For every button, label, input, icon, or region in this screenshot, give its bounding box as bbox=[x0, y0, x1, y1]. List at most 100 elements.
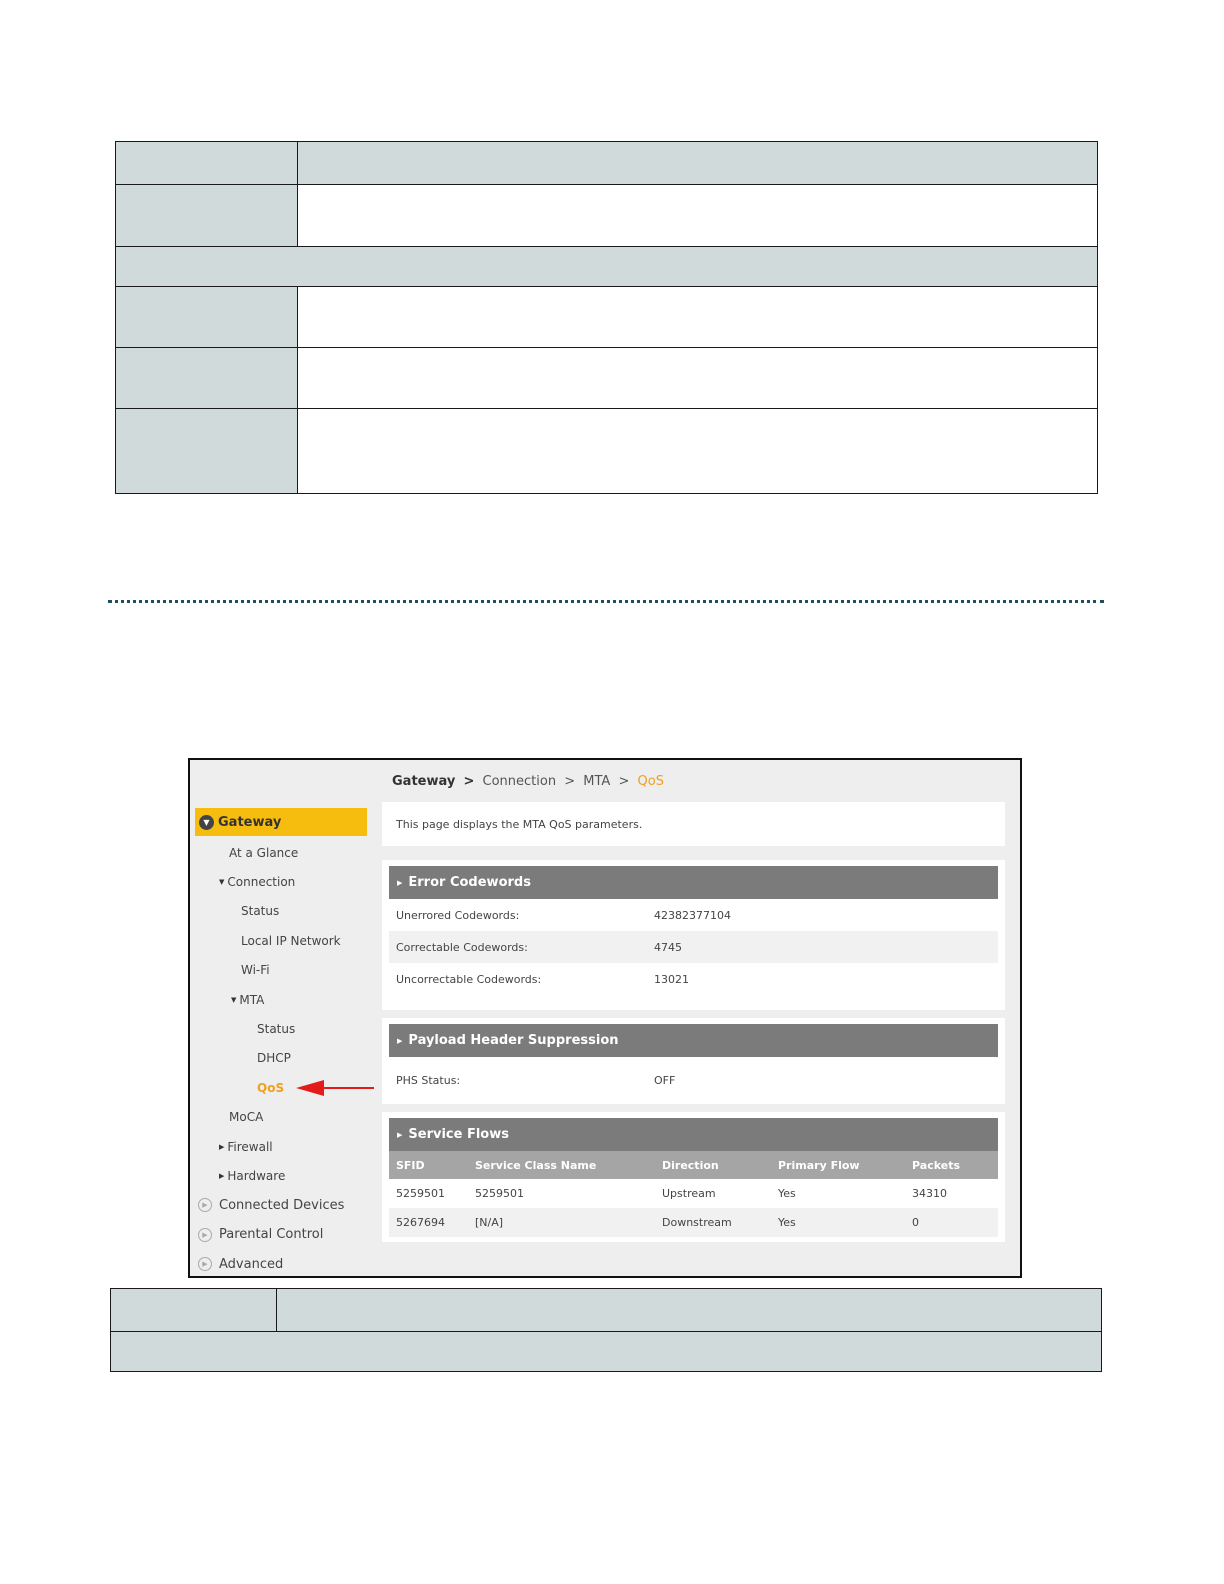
panel-title: Error Codewords bbox=[408, 875, 531, 890]
sidebar-item-connection[interactable]: ▼ Connection bbox=[195, 867, 367, 896]
breadcrumb-item[interactable]: MTA bbox=[583, 774, 610, 789]
breadcrumb-separator: > bbox=[618, 774, 630, 789]
sidebar-nav: ▼ Gateway At a Glance ▼ Connection Statu… bbox=[195, 808, 367, 1279]
table-cell: [N/A] bbox=[475, 1216, 504, 1229]
document-table-top bbox=[115, 141, 1098, 494]
section-divider bbox=[108, 600, 1104, 603]
sidebar-item-label: MTA bbox=[239, 992, 265, 1007]
sidebar-item-moca[interactable]: MoCA bbox=[195, 1103, 367, 1132]
correctable-codewords-row: Correctable Codewords: 4745 bbox=[389, 931, 998, 963]
table-row: 5267694 [N/A] Downstream Yes 0 bbox=[389, 1208, 998, 1237]
service-flows-panel: ▶ Service Flows SFID Service Class Name … bbox=[382, 1112, 1005, 1242]
table-cell: 34310 bbox=[912, 1187, 947, 1200]
table-header-label-cell bbox=[110, 1288, 277, 1332]
play-circle-icon: ▶ bbox=[198, 1198, 212, 1213]
phs-header[interactable]: ▶ Payload Header Suppression bbox=[389, 1024, 998, 1057]
caret-down-icon: ▼ bbox=[219, 878, 225, 887]
caret-right-icon: ▶ bbox=[219, 1142, 225, 1151]
table-cell: Upstream bbox=[662, 1187, 716, 1200]
table-section-row bbox=[110, 1331, 1102, 1372]
table-label-cell bbox=[115, 184, 298, 247]
row-value: 13021 bbox=[654, 972, 689, 986]
uncorrectable-codewords-row: Uncorrectable Codewords: 13021 bbox=[389, 963, 998, 995]
table-content-cell bbox=[297, 408, 1098, 494]
breadcrumb-separator: > bbox=[463, 774, 475, 789]
table-content-cell bbox=[297, 347, 1098, 409]
sidebar-item-label: Firewall bbox=[227, 1139, 273, 1154]
table-header-label-cell bbox=[115, 141, 298, 185]
table-cell: 5267694 bbox=[396, 1216, 445, 1229]
document-table-bottom bbox=[110, 1288, 1102, 1372]
column-header: Primary Flow bbox=[778, 1158, 860, 1172]
table-cell: Yes bbox=[778, 1216, 796, 1229]
sidebar-item-label: Hardware bbox=[227, 1168, 286, 1183]
caret-down-icon: ▼ bbox=[231, 995, 237, 1004]
table-header-content-cell bbox=[297, 141, 1098, 185]
table-cell: 5259501 bbox=[475, 1187, 524, 1200]
table-section-row bbox=[115, 246, 1098, 287]
sidebar-item-mta[interactable]: ▼ MTA bbox=[195, 985, 367, 1014]
row-value: OFF bbox=[654, 1073, 676, 1087]
error-codewords-panel: ▶ Error Codewords Unerrored Codewords: 4… bbox=[382, 860, 1005, 1010]
sidebar-item-label: Parental Control bbox=[219, 1227, 324, 1243]
table-content-cell bbox=[297, 286, 1098, 348]
table-cell: Downstream bbox=[662, 1216, 732, 1229]
panel-title: Service Flows bbox=[408, 1127, 509, 1142]
table-row: 5259501 5259501 Upstream Yes 34310 bbox=[389, 1179, 998, 1208]
sidebar-item-mta-status[interactable]: Status bbox=[195, 1014, 367, 1043]
table-label-cell bbox=[115, 286, 298, 348]
row-label: Unerrored Codewords: bbox=[396, 908, 520, 922]
error-codewords-header[interactable]: ▶ Error Codewords bbox=[389, 866, 998, 899]
payload-header-suppression-panel: ▶ Payload Header Suppression PHS Status:… bbox=[382, 1018, 1005, 1104]
row-value: 4745 bbox=[654, 940, 682, 954]
sidebar-item-status[interactable]: Status bbox=[195, 897, 367, 926]
sidebar-item-firewall[interactable]: ▶ Firewall bbox=[195, 1132, 367, 1161]
intro-panel: This page displays the MTA QoS parameter… bbox=[382, 802, 1005, 846]
table-cell: 5259501 bbox=[396, 1187, 445, 1200]
breadcrumb: Gateway > Connection > MTA > QoS bbox=[392, 774, 664, 789]
table-label-cell bbox=[115, 347, 298, 409]
column-header: Service Class Name bbox=[475, 1158, 597, 1172]
table-label-cell bbox=[115, 408, 298, 494]
column-header: Direction bbox=[662, 1158, 719, 1172]
play-circle-icon: ▶ bbox=[198, 1257, 212, 1272]
column-header: Packets bbox=[912, 1158, 960, 1172]
caret-right-icon: ▶ bbox=[397, 1036, 403, 1045]
caret-right-icon: ▶ bbox=[397, 1130, 403, 1139]
breadcrumb-item[interactable]: Connection bbox=[483, 774, 557, 789]
table-cell: 0 bbox=[912, 1216, 919, 1229]
caret-right-icon: ▶ bbox=[397, 878, 403, 887]
sidebar-item-at-a-glance[interactable]: At a Glance bbox=[195, 838, 367, 867]
sidebar-item-label: Advanced bbox=[219, 1256, 284, 1272]
panel-title: Payload Header Suppression bbox=[408, 1033, 619, 1048]
breadcrumb-root[interactable]: Gateway bbox=[392, 774, 455, 789]
red-arrow-icon bbox=[296, 1080, 374, 1096]
service-flows-header[interactable]: ▶ Service Flows bbox=[389, 1118, 998, 1151]
row-label: PHS Status: bbox=[396, 1073, 461, 1087]
row-label: Uncorrectable Codewords: bbox=[396, 972, 542, 986]
sidebar-item-advanced[interactable]: ▶ Advanced bbox=[195, 1249, 367, 1278]
table-header-content-cell bbox=[276, 1288, 1102, 1332]
sidebar-item-label: Gateway bbox=[218, 814, 282, 830]
sidebar-item-hardware[interactable]: ▶ Hardware bbox=[195, 1161, 367, 1190]
sidebar-item-local-ip-network[interactable]: Local IP Network bbox=[195, 926, 367, 955]
gateway-screenshot: Gateway > Connection > MTA > QoS ▼ Gatew… bbox=[188, 758, 1022, 1278]
row-value: 42382377104 bbox=[654, 908, 731, 922]
column-header: SFID bbox=[396, 1158, 425, 1172]
breadcrumb-current: QoS bbox=[637, 774, 664, 789]
sidebar-item-dhcp[interactable]: DHCP bbox=[195, 1044, 367, 1073]
row-label: Correctable Codewords: bbox=[396, 940, 528, 954]
sidebar-item-label: Connection bbox=[227, 875, 296, 890]
sidebar-item-connected-devices[interactable]: ▶ Connected Devices bbox=[195, 1191, 367, 1220]
sidebar-item-label: Connected Devices bbox=[219, 1197, 345, 1213]
service-flows-column-headers: SFID Service Class Name Direction Primar… bbox=[389, 1151, 998, 1179]
table-cell: Yes bbox=[778, 1187, 796, 1200]
play-circle-icon: ▶ bbox=[198, 1227, 212, 1242]
unerrored-codewords-row: Unerrored Codewords: 42382377104 bbox=[389, 899, 998, 931]
phs-status-row: PHS Status: OFF bbox=[389, 1057, 998, 1103]
intro-text: This page displays the MTA QoS parameter… bbox=[396, 818, 643, 831]
sidebar-item-parental-control[interactable]: ▶ Parental Control bbox=[195, 1220, 367, 1249]
caret-right-icon: ▶ bbox=[219, 1171, 225, 1180]
sidebar-item-gateway[interactable]: ▼ Gateway bbox=[195, 808, 367, 836]
sidebar-item-wifi[interactable]: Wi-Fi bbox=[195, 956, 367, 985]
